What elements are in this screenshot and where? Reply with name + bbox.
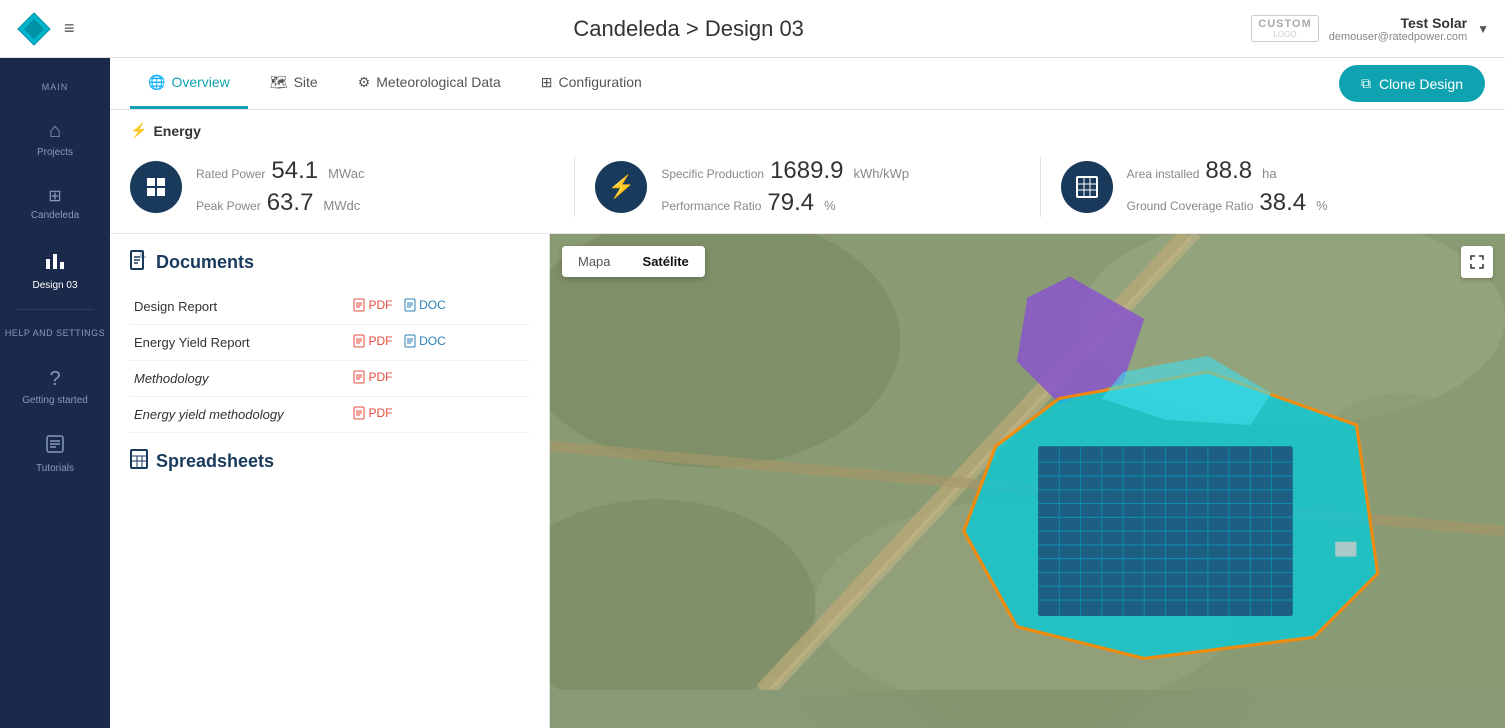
custom-logo-badge: CUSTOM LOGO [1251, 15, 1318, 42]
production-icon-circle: ⚡ [595, 161, 647, 213]
area-installed-row: Area installed 88.8 ha [1127, 157, 1328, 185]
tab-bar: 🌐 Overview 🗺 Site ⚙ Meteorological Data … [110, 58, 1505, 110]
doc-links-design-report: PDF DOC [349, 289, 529, 325]
doc-pdf-design-report[interactable]: PDF [353, 298, 392, 312]
map-satelite-button[interactable]: Satélite [627, 246, 705, 277]
doc-doc-energy-yield[interactable]: DOC [404, 334, 446, 348]
energy-icon: ⚡ [130, 122, 147, 139]
sidebar-item-projects[interactable]: ⌂ Projects [0, 106, 110, 172]
top-header: ≡ Candeleda > Design 03 CUSTOM LOGO Test… [0, 0, 1505, 58]
stat-separator-2 [1040, 157, 1041, 217]
spreadsheets-title: Spreadsheets [130, 449, 529, 474]
area-icon-circle [1061, 161, 1113, 213]
rated-power-row: Rated Power 54.1 MWac [196, 157, 364, 185]
logo-icon [16, 11, 52, 47]
user-email: demouser@ratedpower.com [1329, 31, 1467, 43]
content-area: 🌐 Overview 🗺 Site ⚙ Meteorological Data … [110, 58, 1505, 728]
stat-separator-1 [574, 157, 575, 217]
tutorials-icon [45, 434, 65, 459]
doc-name-design-report: Design Report [130, 289, 349, 325]
tab-meteorological[interactable]: ⚙ Meteorological Data [340, 58, 519, 109]
tabs-left: 🌐 Overview 🗺 Site ⚙ Meteorological Data … [130, 58, 660, 109]
doc-doc-design-report[interactable]: DOC [404, 298, 446, 312]
documents-icon [130, 250, 148, 275]
doc-row-methodology: Methodology PDF [130, 361, 529, 397]
doc-row-design-report: Design Report PDF DOC [130, 289, 529, 325]
sidebar: MAIN ⌂ Projects ⊞ Candeleda Design 03 HE… [0, 58, 110, 728]
home-icon: ⌂ [49, 120, 61, 143]
power-stat-details: Rated Power 54.1 MWac Peak Power 63.7 MW… [196, 157, 364, 217]
chart-icon [44, 249, 66, 276]
stat-block-area: Area installed 88.8 ha Ground Coverage R… [1061, 157, 1485, 217]
sidebar-item-help-label: HELP AND SETTINGS [0, 314, 110, 354]
performance-ratio-row: Performance Ratio 79.4 % [661, 189, 909, 217]
doc-row-energy-yield-methodology: Energy yield methodology PDF [130, 397, 529, 433]
doc-name-energy-yield-methodology: Energy yield methodology [130, 397, 349, 433]
header-right: CUSTOM LOGO Test Solar demouser@ratedpow… [1251, 15, 1489, 43]
user-name: Test Solar [1329, 15, 1467, 31]
grid-icon: ⊞ [48, 186, 61, 206]
question-icon: ? [49, 368, 60, 391]
overview-tab-icon: 🌐 [148, 74, 165, 91]
logo-area: ≡ [16, 11, 126, 47]
stat-block-production: ⚡ Specific Production 1689.9 kWh/kWp Per… [595, 157, 1019, 217]
tab-configuration[interactable]: ⊞ Configuration [523, 58, 660, 109]
documents-panel: Documents Design Report PDF [110, 234, 550, 728]
doc-pdf-energy-yield-methodology[interactable]: PDF [353, 406, 392, 420]
map-mapa-button[interactable]: Mapa [562, 246, 627, 277]
tab-site[interactable]: 🗺 Site [252, 58, 336, 109]
map-solar-svg [550, 234, 1505, 690]
sidebar-item-candeleda[interactable]: ⊞ Candeleda [0, 172, 110, 235]
meteo-tab-icon: ⚙ [358, 74, 371, 91]
gcr-row: Ground Coverage Ratio 38.4 % [1127, 189, 1328, 217]
documents-table: Design Report PDF DOC [130, 289, 529, 433]
sidebar-item-getting-started[interactable]: ? Getting started [0, 354, 110, 420]
production-stat-details: Specific Production 1689.9 kWh/kWp Perfo… [661, 157, 909, 217]
map-fullscreen-button[interactable] [1461, 246, 1493, 278]
bottom-content: Documents Design Report PDF [110, 234, 1505, 728]
clone-icon: ⧉ [1361, 75, 1371, 92]
config-tab-icon: ⊞ [541, 74, 553, 91]
stats-row: Rated Power 54.1 MWac Peak Power 63.7 MW… [110, 147, 1505, 234]
tab-overview[interactable]: 🌐 Overview [130, 58, 248, 109]
map-panel: Mapa Satélite [550, 234, 1505, 728]
doc-row-energy-yield: Energy Yield Report PDF DOC [130, 325, 529, 361]
doc-name-methodology: Methodology [130, 361, 349, 397]
doc-name-energy-yield: Energy Yield Report [130, 325, 349, 361]
hamburger-icon[interactable]: ≡ [64, 18, 75, 39]
doc-pdf-energy-yield[interactable]: PDF [353, 334, 392, 348]
documents-title: Documents [130, 250, 529, 275]
power-icon-circle [130, 161, 182, 213]
sidebar-item-tutorials[interactable]: Tutorials [0, 420, 110, 488]
clone-design-button[interactable]: ⧉ Clone Design [1339, 65, 1485, 102]
specific-production-row: Specific Production 1689.9 kWh/kWp [661, 157, 909, 185]
sidebar-item-main: MAIN [0, 68, 110, 106]
sidebar-item-design03[interactable]: Design 03 [0, 235, 110, 305]
area-stat-details: Area installed 88.8 ha Ground Coverage R… [1127, 157, 1328, 217]
stat-block-power: Rated Power 54.1 MWac Peak Power 63.7 MW… [130, 157, 554, 217]
sidebar-divider-1 [17, 309, 94, 310]
main-layout: MAIN ⌂ Projects ⊞ Candeleda Design 03 HE… [0, 58, 1505, 728]
doc-pdf-methodology[interactable]: PDF [353, 370, 392, 384]
doc-links-energy-yield-methodology: PDF [349, 397, 529, 433]
peak-power-row: Peak Power 63.7 MWdc [196, 189, 364, 217]
energy-section-header: ⚡ Energy [110, 110, 1505, 147]
map-controls: Mapa Satélite [562, 246, 705, 277]
user-info: Test Solar demouser@ratedpower.com [1329, 15, 1467, 43]
site-tab-icon: 🗺 [270, 74, 288, 91]
spreadsheets-icon [130, 449, 148, 474]
doc-links-methodology: PDF [349, 361, 529, 397]
user-dropdown-arrow[interactable]: ▼ [1477, 22, 1489, 36]
page-title: Candeleda > Design 03 [126, 16, 1251, 42]
doc-links-energy-yield: PDF DOC [349, 325, 529, 361]
